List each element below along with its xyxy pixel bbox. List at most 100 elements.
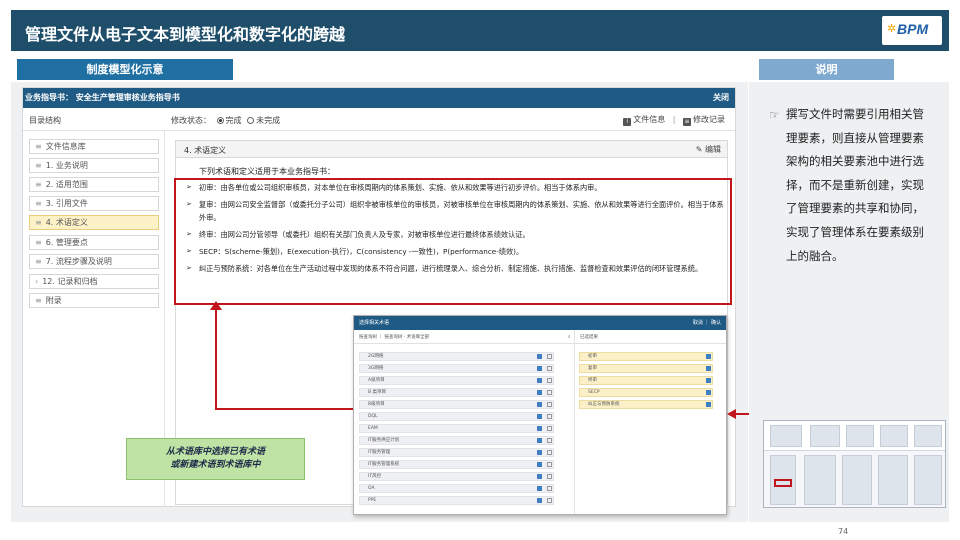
- radio-complete[interactable]: [216, 117, 224, 124]
- toc-item[interactable]: ≡ 2. 适用范围: [29, 177, 159, 192]
- info-icon[interactable]: [537, 438, 542, 443]
- dialog-term-item[interactable]: IT服务管理系统: [359, 460, 554, 469]
- info-icon[interactable]: [537, 498, 542, 503]
- info-icon[interactable]: [537, 402, 542, 407]
- dialog-search-left[interactable]: 按查询树 ｜ 按查询树 · 术语库全部: [359, 334, 429, 340]
- toc-item[interactable]: ≡ 文件信息库: [29, 139, 159, 154]
- dialog-term-item[interactable]: 3G网络: [359, 364, 554, 373]
- checkbox[interactable]: [547, 354, 552, 359]
- toc-item[interactable]: ≡ 6. 管理要点: [29, 235, 159, 250]
- check-icon[interactable]: [706, 366, 711, 371]
- thumbnail-block: [846, 425, 874, 447]
- info-icon[interactable]: [537, 366, 542, 371]
- dialog-title: 选择相关术语: [359, 320, 390, 326]
- info-icon[interactable]: [537, 354, 542, 359]
- toc-item-label: 2. 适用范围: [45, 180, 88, 189]
- thumbnail-block: [914, 455, 942, 505]
- note-text: 撰写文件时需要引用相关管理要素，则直接从管理要素架构的相关要素池中进行选择，而不…: [786, 107, 924, 263]
- dialog-selected-item[interactable]: 复审: [579, 364, 713, 373]
- thumbnail-selection: [774, 479, 792, 487]
- dialog-selected-item[interactable]: SECP: [579, 388, 713, 397]
- close-button[interactable]: 关闭: [713, 92, 729, 103]
- change-log-link[interactable]: 修改记录: [693, 115, 725, 124]
- checkbox[interactable]: [547, 486, 552, 491]
- check-icon[interactable]: [706, 378, 711, 383]
- toc-item-label: 7. 流程步骤及说明: [45, 257, 112, 266]
- dialog-term-item[interactable]: IT服务管理: [359, 448, 554, 457]
- checkbox[interactable]: [547, 390, 552, 395]
- top-links: i 文件信息 | ≡ 修改记录: [623, 114, 725, 126]
- dialog-term-item[interactable]: EAM: [359, 424, 554, 433]
- info-icon[interactable]: [537, 414, 542, 419]
- radio-complete-label: 完成: [225, 116, 242, 125]
- dialog-term-item[interactable]: IT服务供应计划: [359, 436, 554, 445]
- toc-mark-icon: ≡: [35, 142, 42, 151]
- section-header-left: 制度模型化示意: [17, 59, 233, 80]
- thumbnail-block: [880, 425, 908, 447]
- info-icon[interactable]: [537, 474, 542, 479]
- dialog-search-right[interactable]: 已选结果: [580, 334, 598, 340]
- toc-item[interactable]: ≡ 7. 流程步骤及说明: [29, 254, 159, 269]
- dialog-selected-item[interactable]: 纠正与预防系统: [579, 400, 713, 409]
- thumbnail-block: [878, 455, 908, 505]
- dialog-term-item[interactable]: OA: [359, 484, 554, 493]
- dialog-term-item[interactable]: PPE: [359, 496, 554, 505]
- toc-item[interactable]: ≡ 附录: [29, 293, 159, 308]
- dialog-term-item[interactable]: B级项目: [359, 400, 554, 409]
- checkbox[interactable]: [547, 402, 552, 407]
- thumbnail-block: [770, 425, 802, 447]
- info-icon[interactable]: [537, 450, 542, 455]
- toc-item[interactable]: ≡ 4. 术语定义: [29, 215, 159, 230]
- checkbox[interactable]: [547, 414, 552, 419]
- dialog-buttons[interactable]: 取消 ｜ 确认: [693, 319, 721, 326]
- toc-item-label: 6. 管理要点: [45, 238, 88, 247]
- checkbox[interactable]: [547, 366, 552, 371]
- toc-item[interactable]: › 12. 记录和归档: [29, 274, 159, 289]
- check-icon[interactable]: [706, 354, 711, 359]
- radio-incomplete[interactable]: [247, 117, 255, 124]
- toc-item[interactable]: ≡ 3. 引用文件: [29, 196, 159, 211]
- status-label: 修改状态：: [171, 116, 211, 125]
- file-info-link[interactable]: 文件信息: [633, 115, 665, 124]
- checkbox[interactable]: [547, 378, 552, 383]
- check-icon[interactable]: [706, 390, 711, 395]
- info-icon[interactable]: [537, 426, 542, 431]
- dialog-term-item[interactable]: IT风控: [359, 472, 554, 481]
- dialog-term-item[interactable]: DQL: [359, 412, 554, 421]
- dialog-term-label: IT风控: [368, 474, 382, 479]
- logo-spark-icon: ✲: [887, 22, 897, 35]
- edit-label: 编辑: [705, 145, 721, 154]
- dialog-term-item[interactable]: A级项目: [359, 376, 554, 385]
- checkbox[interactable]: [547, 462, 552, 467]
- check-icon[interactable]: [706, 402, 711, 407]
- dialog-term-item[interactable]: 2G网络: [359, 352, 554, 361]
- info-icon[interactable]: [537, 378, 542, 383]
- toc-item-label: 3. 引用文件: [45, 199, 88, 208]
- toc-item-label: 1. 业务说明: [45, 161, 88, 170]
- thumbnail-block: [914, 425, 942, 447]
- dialog-selected-item[interactable]: 终审: [579, 376, 713, 385]
- thumbnail-block: [804, 455, 836, 505]
- toc-item[interactable]: ≡ 1. 业务说明: [29, 158, 159, 173]
- edit-button[interactable]: ✎ 编辑: [696, 144, 721, 155]
- dialog-term-label: 3G网络: [368, 366, 384, 371]
- bpm-logo: ✲ BPM: [882, 16, 942, 45]
- search-icon[interactable]: ⌕: [568, 334, 571, 340]
- checkbox[interactable]: [547, 426, 552, 431]
- checkbox[interactable]: [547, 474, 552, 479]
- pencil-icon: ✎: [695, 145, 705, 154]
- slide: 管理文件从电子文本到模型化和数字化的跨越 ✲ BPM 制度模型化示意 说明 业务…: [0, 0, 960, 540]
- checkbox[interactable]: [547, 498, 552, 503]
- checkbox[interactable]: [547, 450, 552, 455]
- info-icon[interactable]: [537, 486, 542, 491]
- info-icon[interactable]: [537, 390, 542, 395]
- dialog-term-item[interactable]: B 类项目: [359, 388, 554, 397]
- toc-mark-icon: ≡: [35, 218, 42, 227]
- status-bar: 修改状态： 完成 未完成: [171, 115, 280, 126]
- dialog-selected-item[interactable]: 初审: [579, 352, 713, 361]
- checkbox[interactable]: [547, 438, 552, 443]
- arrow-up-icon: [210, 301, 222, 310]
- info-icon[interactable]: [537, 462, 542, 467]
- thumbnail-block: [842, 455, 872, 505]
- page-number: 74: [838, 527, 849, 536]
